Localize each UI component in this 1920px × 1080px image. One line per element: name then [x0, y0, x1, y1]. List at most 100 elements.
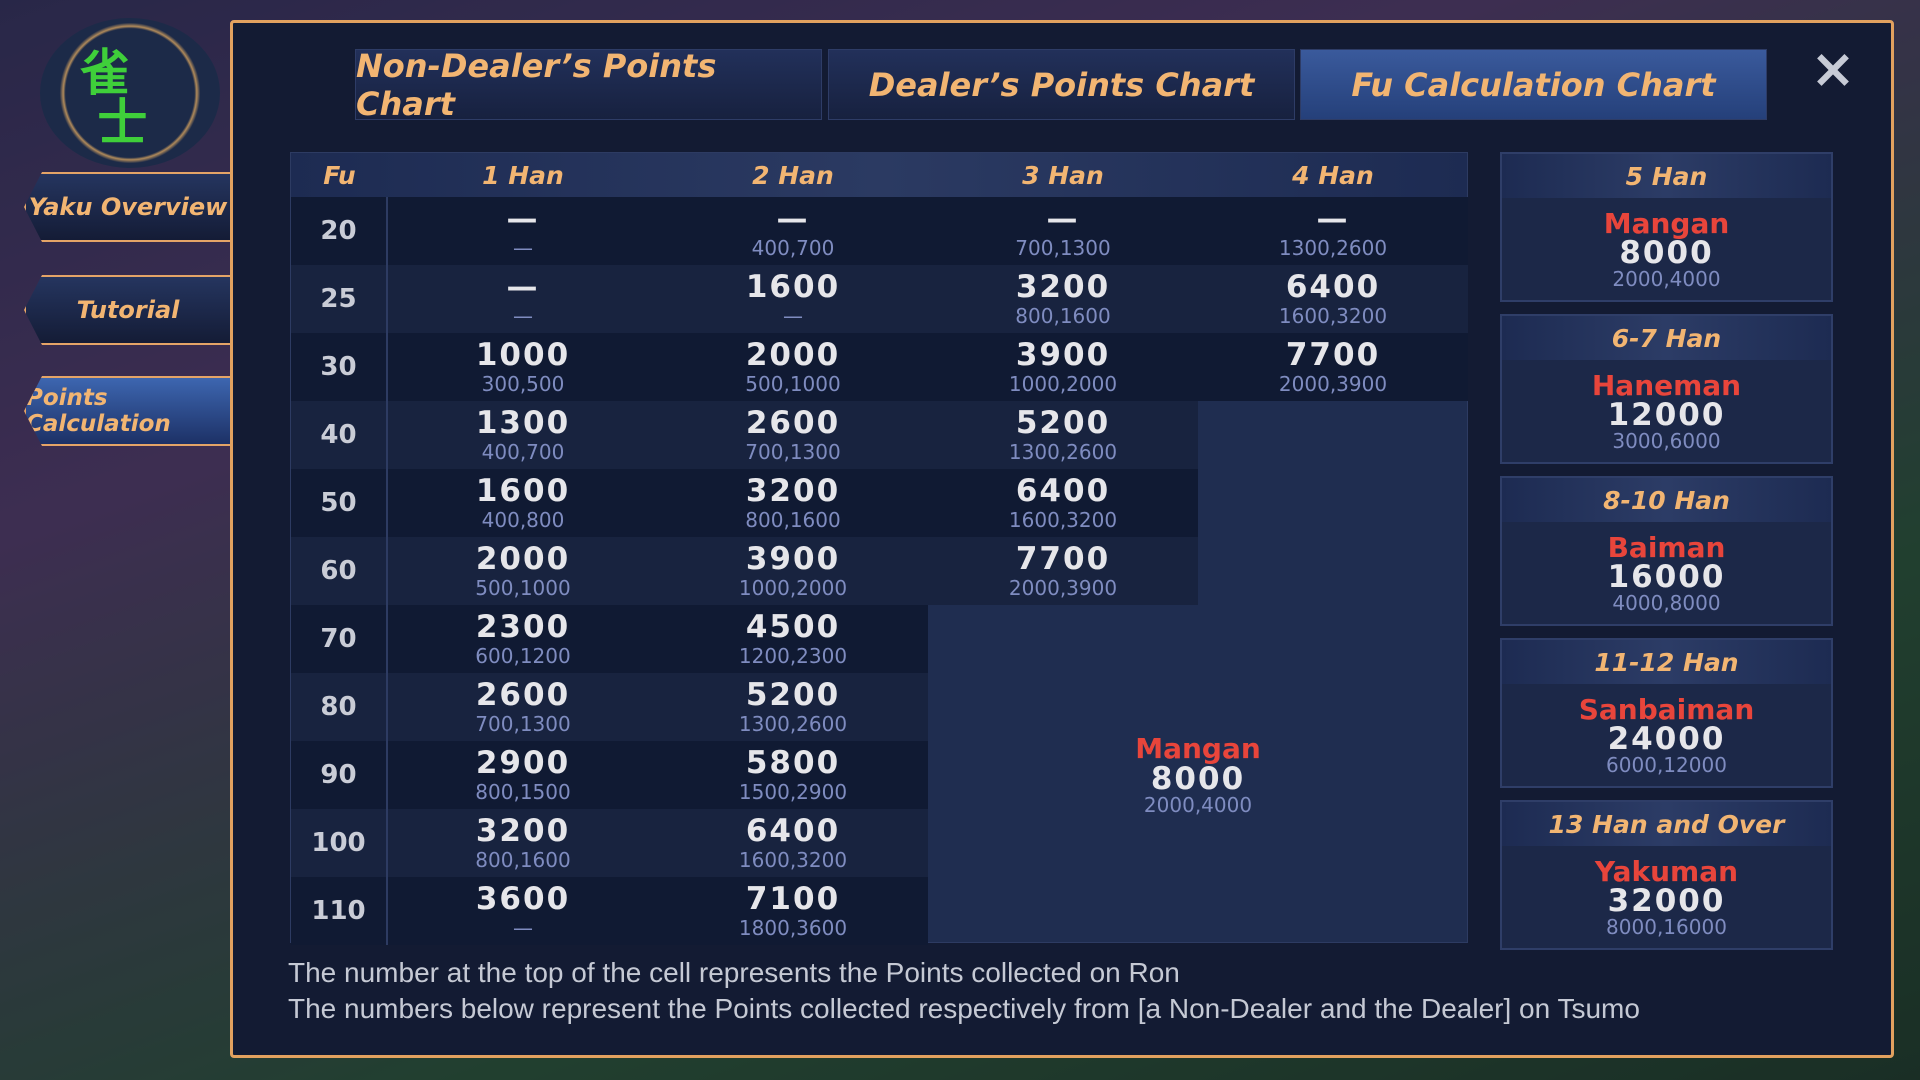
limit-han: 11-12 Han [1502, 640, 1831, 684]
ron-points: — [506, 269, 540, 305]
limit-name: Yakuman [1594, 854, 1739, 888]
tsumo-points: — [513, 236, 533, 260]
fu-value: 40 [291, 401, 388, 469]
sidebar-item-tutorial[interactable]: Tutorial [24, 275, 230, 345]
tsumo-points: 800,1600 [1015, 304, 1111, 328]
tsumo-points: 300,500 [481, 372, 565, 396]
points-cell: 5800 1500,2900 [658, 741, 928, 809]
points-cell: 2300 600,1200 [388, 605, 658, 673]
tsumo-points: 400,700 [481, 440, 565, 464]
limit-body: Baiman 16000 4000,8000 [1502, 522, 1831, 624]
points-cell: 2600 700,1300 [388, 673, 658, 741]
sidebar-item-yaku-overview[interactable]: Yaku Overview [24, 172, 230, 242]
tsumo-points: 2000,3900 [1008, 576, 1118, 600]
ron-points: 2900 [475, 745, 571, 781]
limit-tsumo: 6000,12000 [1606, 752, 1727, 777]
ron-points: 6400 [745, 813, 841, 849]
tsumo-points: 500,1000 [745, 372, 841, 396]
limit-han: 6-7 Han [1502, 316, 1831, 360]
limit-name: Haneman [1591, 368, 1742, 402]
mangan-tsumo: 2000,4000 [1143, 793, 1253, 818]
fu-value: 90 [291, 741, 388, 809]
tsumo-points: 800,1500 [475, 780, 571, 804]
points-cell: 6400 1600,3200 [658, 809, 928, 877]
points-cell: 3200 800,1600 [928, 265, 1198, 333]
points-cell: 3200 800,1600 [388, 809, 658, 877]
ron-points: 1300 [475, 405, 571, 441]
tsumo-points: 2000,3900 [1278, 372, 1388, 396]
tab-fu-calculation[interactable]: Fu Calculation Chart [1300, 49, 1767, 120]
limit-ron: 8000 [1619, 234, 1714, 271]
ron-points: — [776, 201, 810, 237]
tsumo-points: — [783, 304, 803, 328]
tsumo-points: 400,700 [751, 236, 835, 260]
points-cell: 3900 1000,2000 [658, 537, 928, 605]
tsumo-points: 1600,3200 [1278, 304, 1388, 328]
fu-value: 100 [291, 809, 388, 877]
points-cell: — — [388, 197, 658, 265]
tsumo-points: 700,1300 [475, 712, 571, 736]
fu-value: 70 [291, 605, 388, 673]
points-cell: 2600 700,1300 [658, 401, 928, 469]
ron-points: 1600 [475, 473, 571, 509]
points-cell: 6400 1600,3200 [1198, 265, 1468, 333]
ron-points: — [1316, 201, 1350, 237]
tab-dealer-points[interactable]: Dealer’s Points Chart [828, 49, 1295, 120]
limit-tsumo: 3000,6000 [1612, 428, 1721, 453]
limit-tsumo: 4000,8000 [1612, 590, 1721, 615]
limit-ron: 16000 [1607, 558, 1726, 595]
column-header: Fu [323, 160, 356, 190]
fu-value: 30 [291, 333, 388, 401]
points-cell: —1300,2600 [1198, 197, 1468, 265]
limit-body: Sanbaiman 24000 6000,12000 [1502, 684, 1831, 786]
fu-value: 110 [291, 877, 388, 945]
tsumo-points: 1600,3200 [1008, 508, 1118, 532]
points-cell: 7100 1800,3600 [658, 877, 928, 945]
ron-points: 7700 [1285, 337, 1381, 373]
ron-points: 3600 [475, 881, 571, 917]
tab-non-dealer-points[interactable]: Non-Dealer’s Points Chart [355, 47, 822, 123]
limit-body: Yakuman 32000 8000,16000 [1502, 846, 1831, 948]
points-cell: 5200 1300,2600 [928, 401, 1198, 469]
points-cell: 2900 800,1500 [388, 741, 658, 809]
tsumo-points: 700,1300 [1015, 236, 1111, 260]
points-cell: 4500 1200,2300 [658, 605, 928, 673]
tsumo-points: 1000,2000 [738, 576, 848, 600]
ron-points: 7100 [745, 881, 841, 917]
points-cell: 1600 400,800 [388, 469, 658, 537]
ron-points: 3900 [745, 541, 841, 577]
game-logo: 雀 士 [40, 18, 220, 168]
points-cell: 1300 400,700 [388, 401, 658, 469]
ron-points: 5200 [1015, 405, 1111, 441]
ron-points: 2000 [745, 337, 841, 373]
sidebar-item-points-calculation[interactable]: Points Calculation [24, 376, 254, 446]
fu-value: 60 [291, 537, 388, 605]
points-cell: —400,700 [658, 197, 928, 265]
ron-points: 1600 [745, 269, 841, 305]
points-table: Fu 1 Han 2 Han 3 Han 4 Han 20— — —400,700—700,1… [290, 152, 1468, 945]
limit-box: 5 Han Mangan 8000 2000,4000 [1500, 152, 1833, 302]
limit-han: 5 Han [1502, 154, 1831, 198]
tsumo-points: 800,1600 [745, 508, 841, 532]
column-header: 1 Han [482, 160, 564, 190]
limit-han: 8-10 Han [1502, 478, 1831, 522]
tsumo-points: 400,800 [481, 508, 565, 532]
limit-box: 6-7 Han Haneman 12000 3000,6000 [1500, 314, 1833, 464]
limit-ron: 24000 [1607, 720, 1726, 757]
points-cell: 2000 500,1000 [388, 537, 658, 605]
tsumo-points: 600,1200 [475, 644, 571, 668]
tsumo-points: 1200,2300 [738, 644, 848, 668]
column-header: 4 Han [1292, 160, 1374, 190]
close-icon[interactable]: × [1808, 42, 1858, 96]
limit-box: 11-12 Han Sanbaiman 24000 6000,12000 [1500, 638, 1833, 788]
mangan-region: Mangan 8000 2000,4000 [928, 605, 1468, 945]
column-header: 2 Han [752, 160, 834, 190]
ron-points: 4500 [745, 609, 841, 645]
ron-points: — [506, 201, 540, 237]
mangan-ron: 8000 [1150, 760, 1246, 797]
points-cell: 1000 300,500 [388, 333, 658, 401]
limit-tsumo: 8000,16000 [1606, 914, 1727, 939]
ron-points: 3200 [745, 473, 841, 509]
ron-points: 6400 [1015, 473, 1111, 509]
ron-points: 3900 [1015, 337, 1111, 373]
